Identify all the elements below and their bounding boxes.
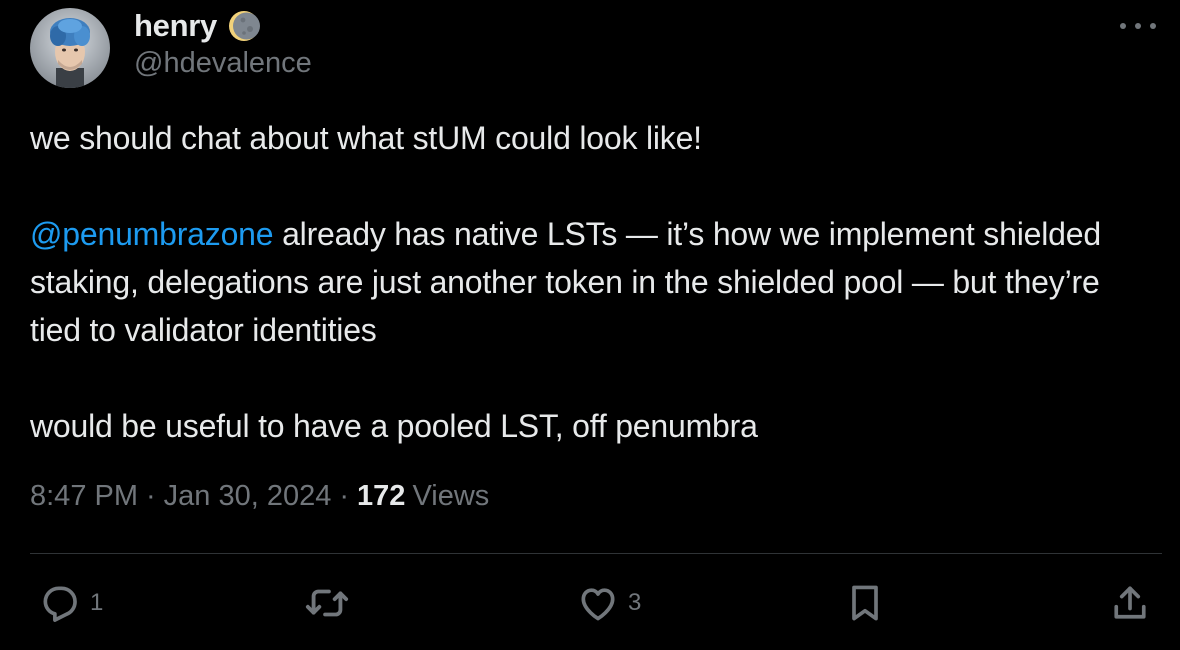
tweet-paragraph-2: @penumbrazone already has native LSTs — …: [30, 210, 1155, 354]
tweet-date[interactable]: Jan 30, 2024: [164, 480, 332, 513]
tweet-meta: 8:47 PM · Jan 30, 2024 · 172 Views: [30, 480, 489, 513]
avatar-image: [30, 8, 110, 88]
retweet-button[interactable]: [304, 580, 350, 626]
action-bar: 1 3: [0, 580, 1180, 626]
tweet-paragraph-1: we should chat about what stUM could loo…: [30, 120, 702, 156]
views-label[interactable]: Views: [412, 480, 489, 513]
share-button[interactable]: [1108, 580, 1152, 626]
like-icon: [581, 588, 615, 621]
more-dot: [1135, 23, 1141, 29]
tweet-text: we should chat about what stUM could loo…: [30, 114, 1155, 450]
reply-count: 1: [90, 589, 104, 616]
like-count: 3: [628, 589, 642, 616]
reply-button[interactable]: 1: [38, 580, 103, 626]
more-options-icon[interactable]: [1120, 14, 1156, 38]
retweet-icon: [305, 589, 349, 617]
meta-separator: ·: [146, 480, 156, 512]
meta-separator: ·: [339, 480, 350, 512]
avatar[interactable]: [30, 8, 110, 88]
author-name-row: henry: [134, 6, 261, 46]
display-name[interactable]: henry: [134, 8, 217, 44]
like-button[interactable]: 3: [576, 580, 641, 626]
mention-link[interactable]: @penumbrazone: [30, 216, 274, 252]
more-dot: [1120, 23, 1126, 29]
more-dot: [1150, 23, 1156, 29]
share-icon: [1114, 586, 1146, 619]
bookmark-button[interactable]: [843, 580, 887, 626]
author-handle[interactable]: @hdevalence: [134, 47, 312, 80]
views-count[interactable]: 172: [357, 480, 405, 513]
bookmark-icon: [852, 585, 878, 621]
tweet-time[interactable]: 8:47 PM: [30, 480, 138, 513]
moon-icon: [228, 11, 260, 41]
tweet-paragraph-3: would be useful to have a pooled LST, of…: [30, 408, 758, 444]
reply-icon: [43, 586, 77, 622]
divider: [30, 553, 1162, 554]
